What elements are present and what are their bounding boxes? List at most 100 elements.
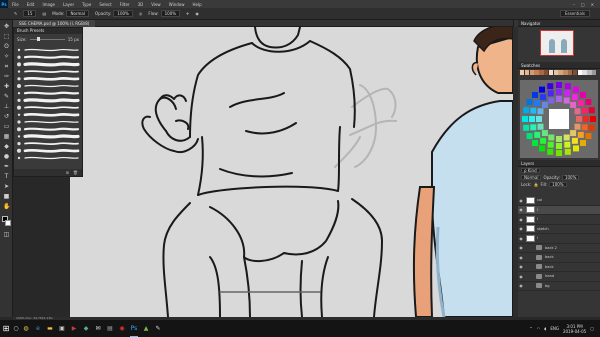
airbrush-icon[interactable]: ✈ xyxy=(186,11,189,16)
eye-icon[interactable]: ◉ xyxy=(518,274,524,279)
swatch[interactable] xyxy=(548,70,554,75)
swatches-title[interactable]: Swatches xyxy=(518,62,600,69)
swatch[interactable] xyxy=(587,70,592,75)
menu-view[interactable]: View xyxy=(147,2,165,7)
color-wheel-chip[interactable] xyxy=(548,97,555,104)
brush-preset-stroke[interactable] xyxy=(23,62,80,67)
color-wheel-chip[interactable] xyxy=(539,86,545,93)
menu-file[interactable]: File xyxy=(8,2,23,7)
close-button[interactable]: ✕ xyxy=(591,2,594,7)
color-wheel-chip[interactable] xyxy=(576,116,582,122)
menu-window[interactable]: Window xyxy=(165,2,189,7)
brush-preset-tip[interactable] xyxy=(17,48,21,52)
app4-taskbar-icon[interactable]: ◉ xyxy=(116,320,128,337)
color-wheel-chip[interactable] xyxy=(564,90,571,97)
clock[interactable]: 3:01 PM 2019-04-05 xyxy=(563,324,586,334)
color-wheel-chip[interactable] xyxy=(532,140,538,146)
color-wheel-chip[interactable] xyxy=(541,130,548,137)
color-wheel-chip[interactable] xyxy=(564,141,571,148)
layer-name[interactable]: l xyxy=(537,236,538,240)
layer-row[interactable]: ◉ head xyxy=(518,272,600,282)
color-wheel-chip[interactable] xyxy=(523,124,530,131)
swatch[interactable] xyxy=(539,70,544,75)
layer-name[interactable]: col xyxy=(537,198,542,202)
pen-tool-icon[interactable]: ✒ xyxy=(3,164,10,170)
color-wheel-chip[interactable] xyxy=(547,90,554,97)
swatch[interactable] xyxy=(534,70,539,75)
brush-preset-tip[interactable] xyxy=(17,77,21,81)
color-wheel-chip[interactable] xyxy=(573,86,579,93)
color-wheel-chip[interactable] xyxy=(583,116,589,122)
chrome-taskbar-icon[interactable]: ◍ xyxy=(20,320,32,337)
brush-size-slider-knob[interactable] xyxy=(36,36,40,41)
color-wheel-chip[interactable] xyxy=(585,133,592,139)
brush-preset-tip[interactable] xyxy=(17,127,21,132)
layer-name[interactable]: head xyxy=(545,274,554,278)
background-color-swatch[interactable] xyxy=(5,220,11,226)
brush-preset-stroke[interactable] xyxy=(24,106,79,110)
color-wheel-chip[interactable] xyxy=(536,116,542,122)
color-wheel-chip[interactable] xyxy=(540,137,547,144)
brush-size-picker[interactable]: 15 xyxy=(23,10,37,17)
tray-arrow-icon[interactable]: ⌃ xyxy=(529,326,532,331)
color-wheel-chip[interactable] xyxy=(537,123,544,130)
color-wheel-chip[interactable] xyxy=(548,134,555,141)
network-icon[interactable]: ◠ xyxy=(537,326,541,331)
dodge-tool-icon[interactable]: ● xyxy=(3,154,10,160)
swatch[interactable] xyxy=(582,70,587,75)
brush-preset-tip[interactable] xyxy=(17,120,21,124)
brush-preset-stroke[interactable] xyxy=(23,127,80,131)
color-wheel-center[interactable] xyxy=(549,109,569,129)
color-wheel-chip[interactable] xyxy=(540,94,547,101)
navigator-preview[interactable] xyxy=(540,30,574,56)
brush-preset-tip[interactable] xyxy=(17,55,21,59)
color-wheel-chip[interactable] xyxy=(530,107,537,114)
delete-brush-icon[interactable]: 🗑 xyxy=(73,170,78,175)
layer-row[interactable]: ◉ bg xyxy=(518,282,600,291)
menu-help[interactable]: Help xyxy=(188,2,205,7)
layer-row[interactable]: ◉ sketch xyxy=(518,225,600,234)
color-wheel-chip[interactable] xyxy=(522,116,528,122)
brush-panel-toggle-icon[interactable]: ▤ xyxy=(42,11,46,16)
brush-size-value[interactable]: 15 xyxy=(23,10,37,17)
color-wheel-chip[interactable] xyxy=(556,143,562,149)
quick-mask-icon[interactable]: ◫ xyxy=(3,232,10,238)
brush-preset-tip[interactable] xyxy=(17,98,21,102)
color-wheel-chip[interactable] xyxy=(556,136,562,142)
app6-taskbar-icon[interactable]: ✎ xyxy=(152,320,164,337)
pressure-opacity-icon[interactable]: ◎ xyxy=(139,11,143,16)
store-taskbar-icon[interactable]: ▣ xyxy=(56,320,68,337)
minimize-button[interactable]: – xyxy=(573,2,575,7)
swatch[interactable] xyxy=(520,70,525,75)
lock-icon[interactable]: 🔒 xyxy=(533,182,538,187)
color-wheel-chip[interactable] xyxy=(577,100,584,107)
start-button[interactable]: ⊞ xyxy=(0,320,12,337)
layers-title[interactable]: Layers xyxy=(518,160,600,167)
layer-row[interactable]: ◉ back 2 xyxy=(518,244,600,253)
brush-preset-tip[interactable] xyxy=(17,148,21,153)
brush-preset-tip[interactable] xyxy=(17,142,21,146)
move-tool-icon[interactable]: ✥ xyxy=(3,24,10,30)
swatch[interactable] xyxy=(592,70,597,75)
layer-name[interactable]: sketch xyxy=(537,227,549,231)
brush-preset-tip[interactable] xyxy=(17,84,21,88)
brush-preset-stroke[interactable] xyxy=(24,70,79,74)
menu-image[interactable]: Image xyxy=(38,2,59,7)
color-wheel-chip[interactable] xyxy=(585,99,592,105)
brush-preset-tip[interactable] xyxy=(17,92,21,95)
flow-field[interactable]: 100% xyxy=(160,10,181,17)
brush-preset-stroke[interactable] xyxy=(24,48,79,52)
color-wheel-chip[interactable] xyxy=(580,92,586,98)
search-icon[interactable]: ○ xyxy=(12,325,20,332)
swatch[interactable] xyxy=(563,70,568,75)
color-wheel-chip[interactable] xyxy=(534,131,541,138)
volume-icon[interactable]: ◖ xyxy=(544,326,546,331)
layer-row[interactable]: ◉ l xyxy=(518,215,600,225)
color-wheel-chip[interactable] xyxy=(588,107,595,114)
brush-preset-stroke[interactable] xyxy=(23,112,80,117)
color-wheel-chip[interactable] xyxy=(563,97,570,104)
brush-preset-stroke[interactable] xyxy=(23,76,80,81)
layer-row[interactable]: ◉ back xyxy=(518,263,600,272)
color-wheel-chip[interactable] xyxy=(573,145,579,152)
maximize-button[interactable]: □ xyxy=(581,2,585,7)
